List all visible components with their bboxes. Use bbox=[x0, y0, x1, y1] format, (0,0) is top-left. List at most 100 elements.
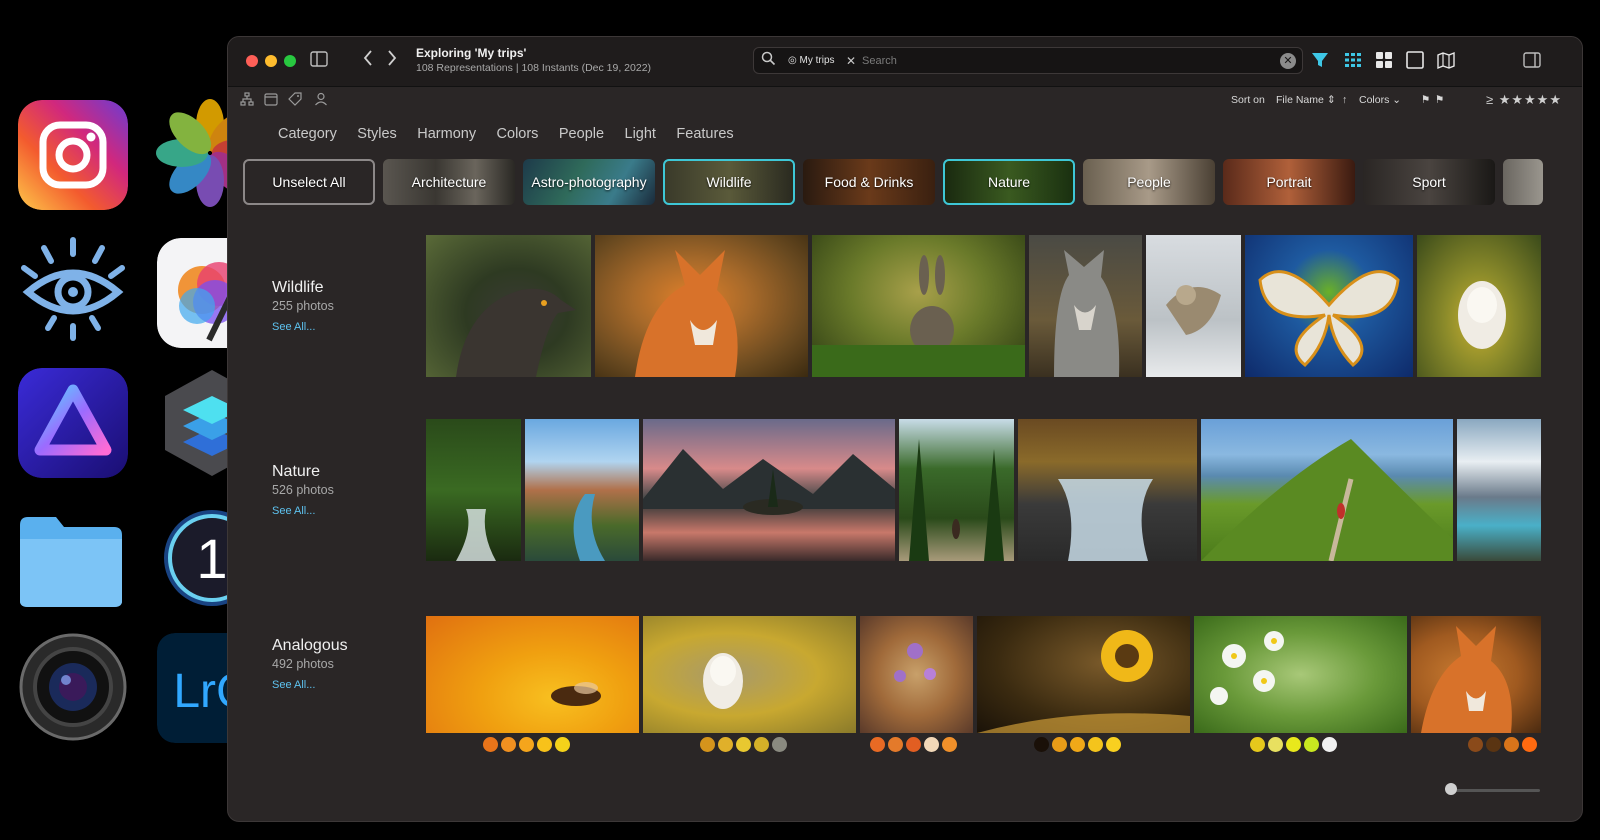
chip-label: Astro-photography bbox=[531, 174, 647, 190]
rating-filter[interactable]: ≥ ★★★★★ bbox=[1486, 92, 1562, 108]
tab-colors[interactable]: Colors bbox=[497, 126, 539, 142]
photo-thumbnail[interactable] bbox=[595, 235, 808, 377]
photo-thumbnail[interactable] bbox=[643, 616, 856, 733]
tab-people[interactable]: People bbox=[559, 126, 604, 142]
back-chevron-icon[interactable] bbox=[362, 49, 374, 73]
color-swatch bbox=[700, 737, 715, 752]
remove-token-icon[interactable]: ✕ bbox=[846, 52, 856, 70]
unselect-all-button[interactable]: Unselect All bbox=[243, 159, 375, 205]
photo-thumbnail[interactable] bbox=[1417, 235, 1541, 377]
grid-large-view-icon[interactable] bbox=[1374, 50, 1394, 70]
photo-thumbnail[interactable] bbox=[899, 419, 1014, 561]
section-count: 526 photos bbox=[272, 483, 334, 497]
photo-thumbnail[interactable] bbox=[1018, 419, 1197, 561]
search-input[interactable] bbox=[862, 51, 1262, 71]
sort-on-label: Sort on bbox=[1231, 94, 1265, 106]
eye-app-icon[interactable] bbox=[18, 234, 128, 344]
sidebar-toggle-icon[interactable] bbox=[310, 49, 328, 73]
updown-chevron-icon: ⇕ bbox=[1326, 94, 1336, 106]
map-view-icon[interactable] bbox=[1436, 50, 1456, 70]
sort-direction-icon[interactable]: ↑ bbox=[1342, 94, 1347, 106]
tag-icon[interactable] bbox=[288, 92, 302, 109]
see-all-link[interactable]: See All... bbox=[272, 321, 334, 333]
close-window-button[interactable] bbox=[246, 55, 258, 67]
chip-astro-photography[interactable]: Astro-photography bbox=[523, 159, 655, 205]
see-all-link[interactable]: See All... bbox=[272, 679, 348, 691]
luminar-icon[interactable] bbox=[18, 368, 128, 478]
camera-lens-icon[interactable] bbox=[18, 632, 128, 742]
grid-small-view-icon[interactable] bbox=[1343, 50, 1363, 70]
tab-light[interactable]: Light bbox=[625, 126, 656, 142]
section-count: 492 photos bbox=[272, 657, 334, 671]
section-nature: Nature 526 photos See All... bbox=[272, 463, 334, 517]
svg-text:1: 1 bbox=[196, 527, 227, 590]
chip-wildlife[interactable]: Wildlife bbox=[663, 159, 795, 205]
section-title: Wildlife bbox=[272, 279, 324, 296]
search-token-label: My trips bbox=[799, 55, 835, 66]
chip-nature[interactable]: Nature bbox=[943, 159, 1075, 205]
forward-chevron-icon[interactable] bbox=[386, 49, 398, 73]
filter-funnel-icon[interactable] bbox=[1310, 50, 1330, 70]
tab-styles[interactable]: Styles bbox=[357, 126, 397, 142]
photo-thumbnail[interactable] bbox=[525, 419, 639, 561]
tab-harmony[interactable]: Harmony bbox=[417, 126, 476, 142]
section-title: Nature bbox=[272, 463, 321, 480]
inspector-toggle-icon[interactable] bbox=[1522, 50, 1542, 70]
color-swatch bbox=[754, 737, 769, 752]
photo-thumbnail[interactable] bbox=[1457, 419, 1541, 561]
color-swatch bbox=[736, 737, 751, 752]
photo-thumbnail[interactable] bbox=[1194, 616, 1407, 733]
chip-portrait[interactable]: Portrait bbox=[1223, 159, 1355, 205]
photo-thumbnail[interactable] bbox=[1201, 419, 1453, 561]
person-icon[interactable] bbox=[314, 92, 328, 109]
sort-field-select[interactable]: File Name ⇕ bbox=[1276, 94, 1336, 106]
single-view-icon[interactable] bbox=[1405, 50, 1425, 70]
chip-people[interactable]: People bbox=[1083, 159, 1215, 205]
tab-category[interactable]: Category bbox=[278, 126, 337, 142]
photo-thumbnail[interactable] bbox=[643, 419, 895, 561]
slider-knob[interactable] bbox=[1445, 783, 1457, 795]
search-bar[interactable]: ◎ My trips ✕ ✕ bbox=[753, 47, 1303, 74]
calendar-icon[interactable] bbox=[264, 92, 278, 109]
photo-thumbnail[interactable] bbox=[426, 235, 591, 377]
colors-dropdown-label: Colors bbox=[1359, 94, 1390, 106]
tab-features[interactable]: Features bbox=[676, 126, 733, 142]
chevron-down-icon: ⌄ bbox=[1392, 94, 1402, 106]
photo-thumbnail[interactable] bbox=[1146, 235, 1241, 377]
flag-icon[interactable]: ⚑ bbox=[1421, 94, 1430, 106]
thumbnail-size-slider[interactable] bbox=[1450, 789, 1540, 792]
photo-thumbnail[interactable] bbox=[426, 616, 639, 733]
chip-label: Sport bbox=[1412, 174, 1446, 190]
colors-dropdown[interactable]: Colors ⌄ bbox=[1359, 94, 1401, 106]
chip-more[interactable] bbox=[1503, 159, 1543, 205]
photo-thumbnail[interactable] bbox=[860, 616, 973, 733]
color-swatch bbox=[1034, 737, 1049, 752]
search-token[interactable]: ◎ My trips bbox=[784, 52, 839, 70]
color-swatch bbox=[1250, 737, 1265, 752]
reject-flag-icon[interactable]: ⚑ bbox=[1435, 94, 1444, 106]
title-bar: Exploring 'My trips' 108 Representations… bbox=[228, 37, 1582, 87]
chip-sport[interactable]: Sport bbox=[1363, 159, 1495, 205]
color-swatches bbox=[483, 737, 570, 752]
color-swatch bbox=[924, 737, 939, 752]
color-swatch bbox=[519, 737, 534, 752]
color-swatch bbox=[1304, 737, 1319, 752]
chip-food-drinks[interactable]: Food & Drinks bbox=[803, 159, 935, 205]
sort-field-value: File Name bbox=[1276, 94, 1324, 106]
photo-thumbnail[interactable] bbox=[1411, 616, 1541, 733]
photo-thumbnail[interactable] bbox=[812, 235, 1025, 377]
chip-label: People bbox=[1127, 174, 1171, 190]
photo-thumbnail[interactable] bbox=[1245, 235, 1413, 377]
instagram-icon[interactable] bbox=[18, 100, 128, 210]
minimize-window-button[interactable] bbox=[265, 55, 277, 67]
chip-architecture[interactable]: Architecture bbox=[383, 159, 515, 205]
clear-search-icon[interactable]: ✕ bbox=[1280, 53, 1296, 69]
chip-label: Wildlife bbox=[706, 174, 752, 190]
zoom-window-button[interactable] bbox=[284, 55, 296, 67]
photo-thumbnail[interactable] bbox=[426, 419, 521, 561]
see-all-link[interactable]: See All... bbox=[272, 505, 334, 517]
files-folder-icon[interactable] bbox=[16, 505, 126, 615]
hierarchy-icon[interactable] bbox=[240, 92, 254, 109]
photo-thumbnail[interactable] bbox=[977, 616, 1190, 733]
photo-thumbnail[interactable] bbox=[1029, 235, 1142, 377]
